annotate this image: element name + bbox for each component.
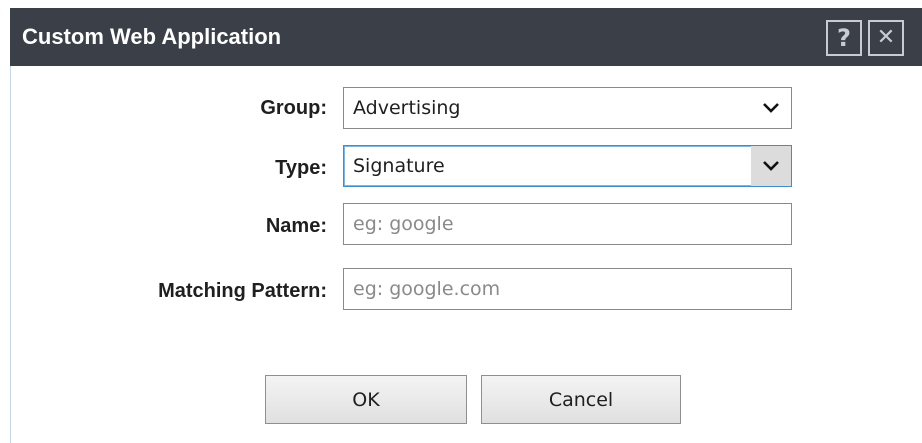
type-select-value: Signature [353, 155, 445, 177]
help-icon[interactable]: ? [826, 20, 862, 56]
group-label: Group: [260, 97, 327, 119]
dialog-border [10, 66, 11, 443]
group-select-value: Advertising [353, 97, 461, 119]
dialog-titlebar: Custom Web Application ? ✕ [10, 8, 922, 66]
close-glyph: ✕ [876, 25, 896, 50]
ok-button[interactable]: OK [265, 375, 467, 424]
name-input[interactable] [343, 203, 792, 245]
matching-pattern-input[interactable] [343, 268, 792, 310]
close-icon[interactable]: ✕ [868, 20, 904, 56]
help-glyph: ? [837, 24, 851, 52]
type-select[interactable]: Signature [343, 145, 792, 187]
cancel-button[interactable]: Cancel [481, 375, 681, 424]
chevron-down-icon [751, 146, 791, 186]
chevron-down-icon [751, 88, 791, 128]
type-label: Type: [275, 157, 327, 179]
dialog-title: Custom Web Application [22, 24, 282, 49]
name-label: Name: [265, 215, 327, 237]
custom-web-application-dialog: Custom Web Application ? ✕ Group: Advert… [0, 0, 922, 443]
group-select[interactable]: Advertising [343, 87, 792, 129]
matching-pattern-label: Matching Pattern: [158, 280, 327, 302]
